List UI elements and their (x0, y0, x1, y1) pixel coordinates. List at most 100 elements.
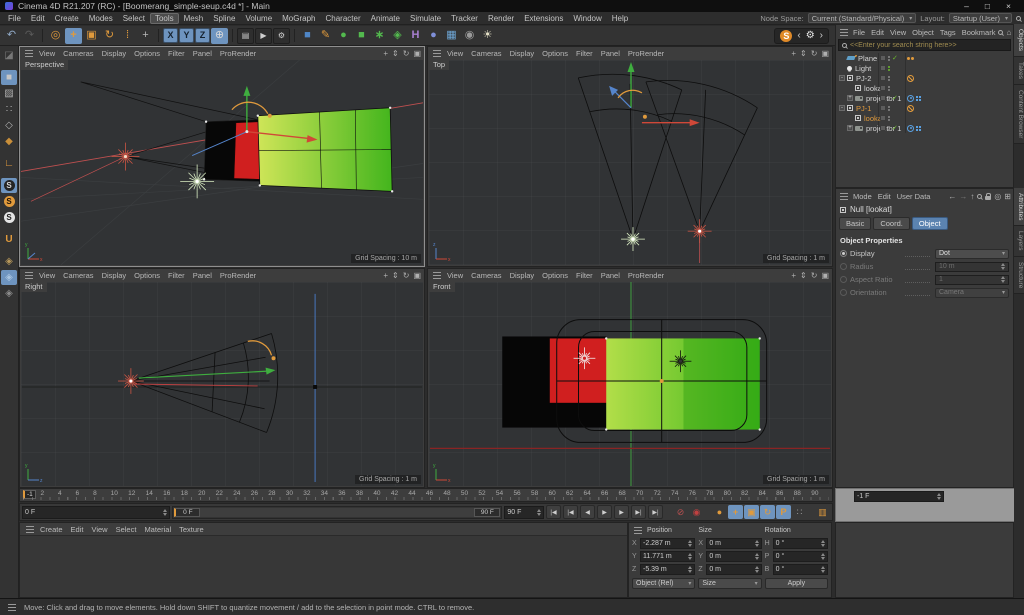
scale-tool-icon[interactable]: ▣ (83, 28, 100, 44)
dolly-view-icon[interactable]: ⇕ (392, 271, 399, 280)
interactive-workplane-icon[interactable]: ◈ (1, 286, 17, 301)
enabled-check-icon[interactable]: ✓ (892, 55, 898, 62)
rotate-tool-icon[interactable]: ↻ (101, 28, 118, 44)
menu-item-panel[interactable]: Panel (189, 271, 216, 280)
animation-dot-icon[interactable] (840, 250, 847, 257)
visibility-toggle[interactable] (880, 125, 886, 131)
editor-render-dots[interactable] (888, 66, 890, 71)
key-pla-icon[interactable]: ∷ (792, 505, 807, 519)
new-tab-icon[interactable]: ⊞ (1004, 192, 1011, 201)
expand-toggle[interactable]: - (839, 105, 845, 111)
add-light-button[interactable]: ☀ (479, 28, 496, 44)
close-button[interactable]: × (1006, 1, 1011, 11)
ruler-tick[interactable]: 84 (759, 490, 777, 501)
ruler-tick[interactable]: 46 (426, 490, 444, 501)
range-start-handle[interactable]: 0 F (174, 508, 200, 517)
menu-item-display[interactable]: Display (506, 49, 539, 58)
ruler-tick[interactable]: 56 (513, 490, 531, 501)
ruler-tick[interactable]: 48 (443, 490, 461, 501)
menu-item-create[interactable]: Create (50, 13, 84, 24)
add-camera-button[interactable]: ◉ (461, 28, 478, 44)
ruler-tick[interactable]: 2 (41, 490, 59, 501)
coord-position-y-field[interactable]: 11.771 m (640, 551, 695, 562)
object-search-input[interactable]: <<Enter your search string here>> (838, 39, 1011, 51)
side-tab-takes[interactable]: Takes (1014, 57, 1024, 85)
menu-item-mograph[interactable]: MoGraph (277, 13, 320, 24)
menu-item-create[interactable]: Create (36, 525, 67, 534)
track-icon[interactable]: ◎ (994, 192, 1001, 201)
panel-menu-icon[interactable] (634, 527, 642, 534)
redo-icon[interactable]: ↷ (21, 28, 38, 44)
substance-logo-icon[interactable]: S (780, 30, 792, 42)
minimize-button[interactable]: – (964, 1, 969, 11)
layout-select[interactable]: Startup (User)▾ (949, 13, 1012, 23)
visibility-toggle[interactable] (880, 115, 886, 121)
ruler-tick[interactable]: 32 (303, 490, 321, 501)
ruler-tick[interactable]: 8 (93, 490, 111, 501)
animation-dot-icon[interactable] (840, 276, 847, 283)
undo-icon[interactable]: ↶ (3, 28, 20, 44)
ruler-tick[interactable]: 68 (619, 490, 637, 501)
rotation-handle[interactable] (643, 115, 647, 119)
add-cube-button[interactable]: ■ (299, 28, 316, 44)
object-row-pj-1[interactable]: -PJ-1 (836, 103, 1013, 113)
panel-menu-icon[interactable] (433, 50, 441, 57)
ruler-tick[interactable]: 70 (636, 490, 654, 501)
menu-item-view[interactable]: View (443, 271, 467, 280)
add-field-button[interactable]: H (407, 28, 424, 44)
side-tab-content-browser[interactable]: Content Browser (1014, 85, 1024, 144)
go-to-end-button[interactable]: ▶| (648, 505, 663, 519)
menu-item-tags[interactable]: Tags (937, 28, 959, 37)
menu-item-character[interactable]: Character (321, 13, 366, 24)
enabled-check-icon[interactable]: ✓ (892, 95, 898, 102)
texture-tag-icon[interactable] (907, 57, 914, 60)
ruler-tick[interactable]: 62 (566, 490, 584, 501)
ruler-tick[interactable]: 88 (794, 490, 812, 501)
search-icon[interactable] (1016, 16, 1021, 21)
ruler-tick[interactable]: 20 (198, 490, 216, 501)
coord-rotation-b-field[interactable]: 0 ° (773, 564, 828, 575)
object-row-projector-1[interactable]: +projector 1✓ (836, 93, 1013, 103)
range-end-handle[interactable]: 90 F (474, 508, 500, 517)
object-row-light[interactable]: +Light (836, 63, 1013, 73)
object-row-lookat[interactable]: +lookat (836, 113, 1013, 123)
add-volume-button[interactable]: ● (425, 28, 442, 44)
previous-frame-button[interactable]: ◀ (580, 505, 595, 519)
menu-item-view[interactable]: View (887, 28, 909, 37)
expand-toggle[interactable]: + (847, 125, 853, 131)
side-tab-objects[interactable]: Objects (1014, 24, 1024, 57)
keyframe-presets-icon[interactable]: ▥ (815, 505, 830, 519)
menu-item-filter[interactable]: Filter (164, 49, 189, 58)
ruler-tick[interactable]: 40 (373, 490, 391, 501)
toggle-view-icon[interactable]: ▣ (413, 49, 421, 58)
protection-tag-icon[interactable] (907, 75, 914, 82)
timeline-ruler[interactable]: -124681012141618202224262830323436384042… (19, 488, 833, 502)
dolly-view-icon[interactable]: ⇕ (800, 49, 807, 58)
object-row-lookat[interactable]: +lookat (836, 83, 1013, 93)
make-editable-icon[interactable]: ◪ (1, 48, 17, 63)
property-radius-control[interactable]: 10 m (935, 262, 1009, 272)
panel-menu-icon[interactable] (25, 272, 33, 279)
x-axis-handle[interactable] (690, 119, 700, 126)
menu-item-object[interactable]: Object (909, 28, 937, 37)
ruler-tick[interactable]: 12 (128, 490, 146, 501)
menu-item-options[interactable]: Options (538, 49, 572, 58)
menu-item-mode[interactable]: Mode (850, 192, 875, 201)
menu-item-modes[interactable]: Modes (84, 13, 118, 24)
menu-item-render[interactable]: Render (483, 13, 519, 24)
ruler-tick[interactable]: 4 (58, 490, 76, 501)
ruler-tick[interactable]: 42 (391, 490, 409, 501)
ruler-tick[interactable]: 72 (654, 490, 672, 501)
ruler-tick[interactable]: 38 (356, 490, 374, 501)
ruler-tick[interactable]: 44 (408, 490, 426, 501)
maximize-button[interactable]: □ (985, 1, 990, 11)
light-gizmo-star[interactable] (112, 143, 140, 171)
menu-item-cameras[interactable]: Cameras (467, 271, 505, 280)
ruler-tick[interactable]: 30 (286, 490, 304, 501)
solo-off-icon[interactable]: S (1, 178, 17, 193)
ruler-tick[interactable]: 10 (111, 490, 129, 501)
coord-size-x-field[interactable]: 0 m (706, 538, 761, 549)
render-view-button[interactable]: ▤ (237, 28, 254, 44)
ruler-tick[interactable]: 34 (321, 490, 339, 501)
add-deformer-button[interactable]: ∗ (371, 28, 388, 44)
